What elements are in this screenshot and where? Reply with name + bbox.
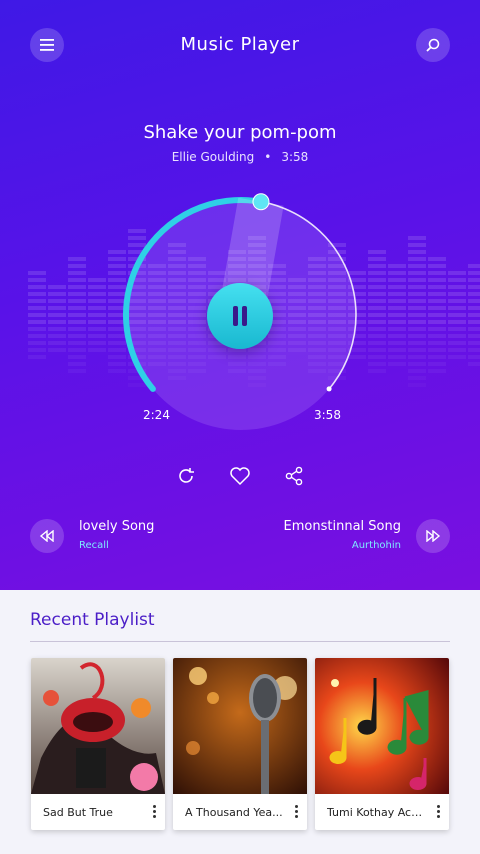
previous-track-title[interactable]: lovely Song xyxy=(79,519,154,534)
total-time: 3:58 xyxy=(314,408,341,422)
album-art xyxy=(31,658,165,794)
card-title: A Thousand Yea... xyxy=(185,806,283,819)
rewind-icon xyxy=(39,530,54,542)
share-icon xyxy=(285,466,303,486)
previous-track-artist: Recall xyxy=(79,540,109,551)
next-button[interactable] xyxy=(416,519,450,553)
player-panel: Music Player Shake your pom-pom Ellie Go… xyxy=(0,0,480,590)
card-title: Tumi Kothay Ach... xyxy=(327,806,427,819)
pause-button[interactable] xyxy=(207,283,273,349)
playlist-card[interactable]: Sad But True xyxy=(31,658,165,830)
fast-forward-icon xyxy=(426,530,441,542)
playlist-heading: Recent Playlist xyxy=(30,610,155,630)
album-art xyxy=(173,658,307,794)
next-track-artist: Aurthohin xyxy=(351,540,401,551)
repeat-icon xyxy=(179,468,194,483)
divider xyxy=(30,641,450,642)
card-title: Sad But True xyxy=(43,806,113,819)
share-button[interactable] xyxy=(280,462,308,490)
playlist-card[interactable]: A Thousand Yea... xyxy=(173,658,307,830)
like-button[interactable] xyxy=(226,462,254,490)
repeat-button[interactable] xyxy=(172,462,200,490)
heart-icon xyxy=(230,467,250,486)
progress-end-dot xyxy=(326,386,332,392)
more-options-icon[interactable] xyxy=(291,804,301,820)
more-options-icon[interactable] xyxy=(433,804,443,820)
pause-icon xyxy=(233,306,247,326)
elapsed-time: 2:24 xyxy=(143,408,170,422)
previous-button[interactable] xyxy=(30,519,64,553)
progress-knob[interactable] xyxy=(252,193,270,211)
more-options-icon[interactable] xyxy=(149,804,159,820)
playlist-card[interactable]: Tumi Kothay Ach... xyxy=(315,658,449,830)
album-art xyxy=(315,658,449,794)
next-track-title[interactable]: Emonstinnal Song xyxy=(284,519,401,534)
